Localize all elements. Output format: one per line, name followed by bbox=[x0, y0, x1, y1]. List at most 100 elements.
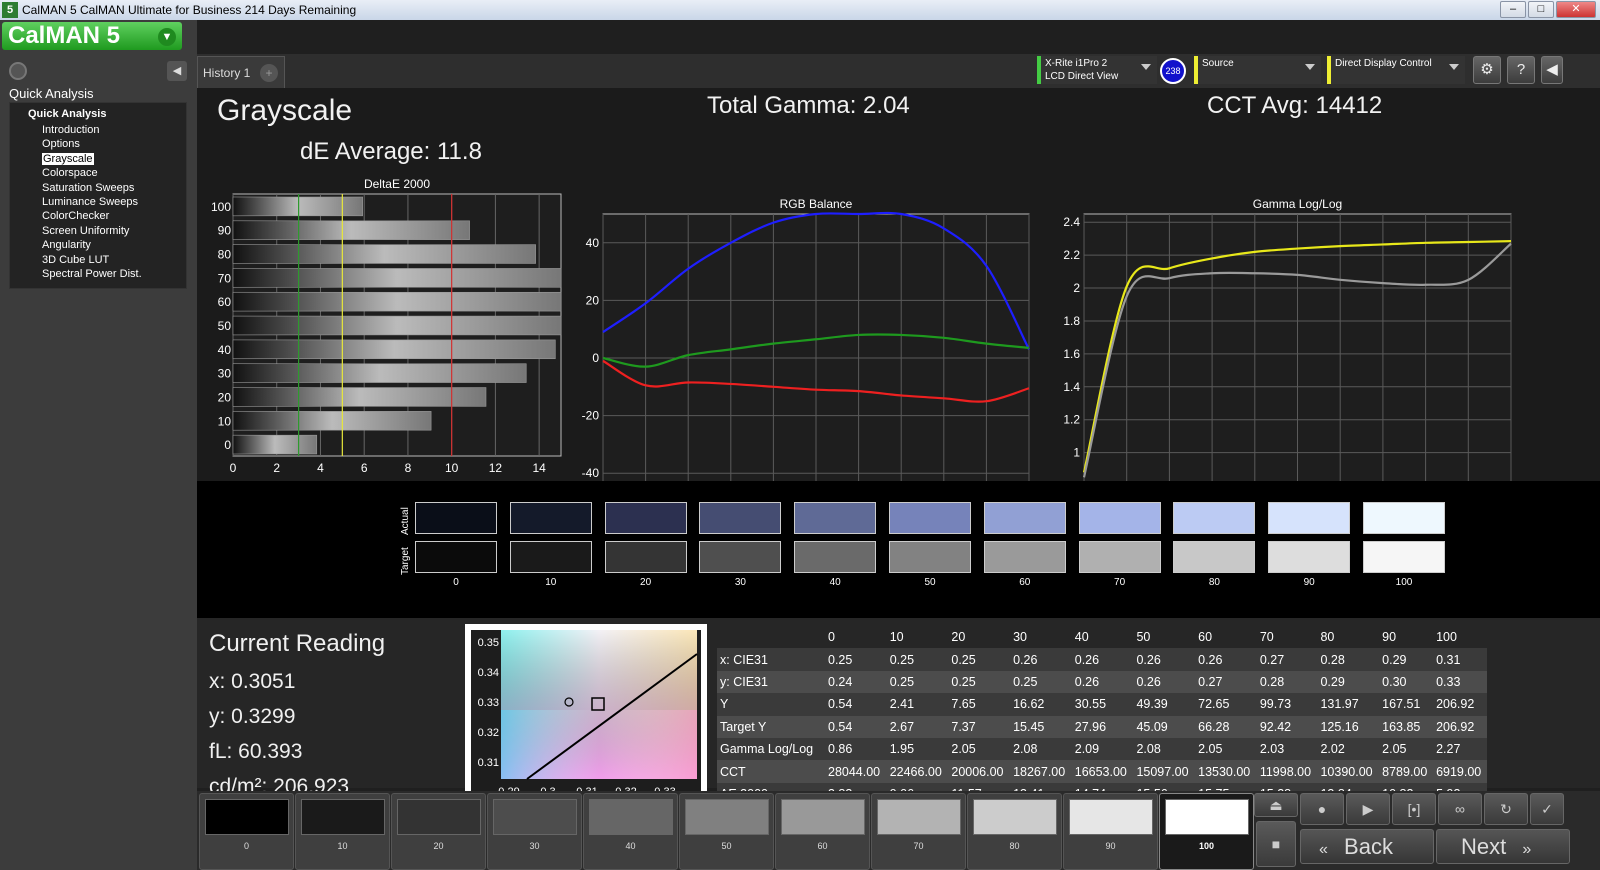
table-cell: 0.25 bbox=[1010, 670, 1072, 694]
cie-y-tick: 0.34 bbox=[478, 667, 499, 679]
sidebar-item[interactable]: Options bbox=[42, 137, 218, 151]
table-cell: 0.26 bbox=[1133, 648, 1196, 671]
source-selector[interactable]: Source bbox=[1194, 56, 1321, 84]
table-cell: 22466.00 bbox=[886, 760, 949, 783]
close-icon[interactable]: ✕ bbox=[1556, 1, 1596, 18]
table-row: y: CIE31 0.24 0.25 0.25 0.25 0.26 0.26 0.27 0.28… bbox=[717, 670, 1487, 694]
swatch-level-label: 40 bbox=[829, 577, 841, 588]
add-tab-icon[interactable]: + bbox=[260, 64, 278, 82]
meter-selector[interactable]: X-Rite i1Pro 2 LCD Direct View bbox=[1037, 56, 1157, 84]
check-icon[interactable]: ✓ bbox=[1530, 793, 1564, 825]
table-cell: 0.29 bbox=[1379, 648, 1434, 671]
refresh-icon[interactable]: ↻ bbox=[1484, 793, 1528, 825]
swatch-level-label: 60 bbox=[817, 841, 828, 851]
table-cell: 11998.00 bbox=[1256, 760, 1318, 783]
swatch-patch bbox=[1165, 799, 1249, 835]
stop-icon[interactable]: ● bbox=[1300, 793, 1344, 825]
table-cell: 28044.00 bbox=[825, 760, 887, 783]
sidebar-item[interactable]: Saturation Sweeps bbox=[42, 181, 218, 195]
tree-root[interactable]: Quick Analysis bbox=[28, 108, 204, 123]
sidebar-item[interactable]: 3D Cube LUT bbox=[42, 253, 218, 267]
level-swatch-button[interactable]: 30 bbox=[487, 793, 582, 870]
minimize-icon[interactable]: – bbox=[1500, 1, 1526, 18]
level-swatch-button[interactable]: 0 bbox=[199, 793, 294, 870]
swatch-patch bbox=[973, 799, 1057, 835]
swatch-level-label: 50 bbox=[924, 577, 936, 588]
collapse-sidebar-icon[interactable]: ◀ bbox=[167, 61, 187, 81]
eject-icon[interactable]: ⏏ bbox=[1254, 793, 1298, 817]
charts-panel: Grayscale dE Average: 11.8 Total Gamma: … bbox=[197, 88, 1600, 483]
display-selector[interactable]: Direct Display Control bbox=[1327, 56, 1465, 84]
stop-square-icon[interactable]: ■ bbox=[1256, 821, 1296, 867]
swatch-level-label: 20 bbox=[433, 841, 444, 851]
next-button[interactable]: Next » bbox=[1436, 829, 1570, 864]
swatch-patch bbox=[1069, 799, 1153, 835]
target-swatch bbox=[889, 541, 971, 573]
level-swatch-button[interactable]: 80 bbox=[967, 793, 1062, 870]
target-swatch bbox=[699, 541, 782, 573]
table-cell: 2.27 bbox=[1433, 737, 1487, 761]
back-button[interactable]: « Back bbox=[1300, 829, 1434, 864]
level-swatch-button[interactable]: 60 bbox=[775, 793, 870, 870]
current-reading-title: Current Reading bbox=[209, 630, 386, 657]
actual-swatch bbox=[983, 502, 1066, 534]
settings-gear-icon[interactable]: ⚙ bbox=[1473, 56, 1501, 84]
next-chevron-icon: » bbox=[1522, 841, 1532, 858]
column-header: 10 bbox=[886, 626, 949, 649]
loop-icon[interactable]: ∞ bbox=[1438, 793, 1482, 825]
row-label: y: CIE31 bbox=[717, 670, 825, 694]
de-x-tick: 4 bbox=[317, 461, 324, 475]
level-swatch-button[interactable]: 70 bbox=[871, 793, 966, 870]
swatch-level-label: 10 bbox=[545, 577, 557, 588]
table-row: Y 0.54 2.41 7.65 16.62 30.55 49.39 72.65 99.73 13… bbox=[717, 693, 1487, 716]
swatch-level-label: 80 bbox=[1208, 577, 1220, 588]
sidebar-item[interactable]: Spectral Power Dist. bbox=[42, 267, 218, 281]
de-x-tick: 12 bbox=[489, 461, 503, 475]
table-cell: 30.55 bbox=[1071, 693, 1134, 716]
table-cell: 10390.00 bbox=[1317, 760, 1380, 783]
level-swatch-button[interactable]: 100 bbox=[1159, 793, 1254, 870]
de-bar bbox=[232, 196, 363, 217]
de-bar bbox=[232, 268, 562, 288]
level-swatch-button[interactable]: 50 bbox=[679, 793, 774, 870]
level-swatch-button[interactable]: 10 bbox=[295, 793, 390, 870]
calman-logo[interactable]: CalMAN 5 ▼ bbox=[2, 22, 182, 50]
collapse-right-icon[interactable]: ◀ bbox=[1541, 56, 1563, 84]
column-header: 70 bbox=[1256, 626, 1318, 649]
sidebar-item[interactable]: ColorChecker bbox=[42, 209, 218, 223]
window-title: CalMAN 5 CalMAN Ultimate for Business 21… bbox=[22, 3, 357, 17]
play-icon[interactable]: ▶ bbox=[1346, 793, 1390, 825]
swatch-level-label: 0 bbox=[453, 577, 459, 588]
sidebar-item[interactable]: Colorspace bbox=[42, 166, 218, 180]
de-bar bbox=[232, 291, 562, 312]
de-x-tick: 14 bbox=[532, 461, 546, 475]
swatch-level-label: 60 bbox=[1019, 577, 1031, 588]
sidebar-item[interactable]: Luminance Sweeps bbox=[42, 195, 218, 209]
sidebar-item[interactable]: Screen Uniformity bbox=[42, 224, 218, 238]
table-row: Target Y 0.54 2.67 7.37 15.45 27.96 45.09 66.28… bbox=[717, 715, 1487, 738]
record-icon[interactable] bbox=[9, 62, 27, 80]
table-header-row: 0 10 20 30 40 50 60 70 80 90 100 bbox=[717, 626, 1487, 649]
level-swatch-button[interactable]: 40 bbox=[583, 793, 678, 870]
chevron-down-icon[interactable]: ▼ bbox=[158, 28, 176, 46]
de-bar bbox=[232, 363, 527, 383]
step-icon[interactable]: [•] bbox=[1392, 793, 1436, 825]
help-icon[interactable]: ? bbox=[1507, 56, 1535, 84]
table-cell: 0.25 bbox=[825, 648, 887, 671]
de-y-tick: 80 bbox=[218, 248, 232, 262]
sidebar-item[interactable]: Angularity bbox=[42, 238, 218, 252]
maximize-icon[interactable]: □ bbox=[1528, 1, 1554, 18]
tab-history-1[interactable]: History 1 + bbox=[197, 56, 285, 88]
sidebar-item[interactable]: Introduction bbox=[42, 123, 218, 137]
table-cell: 0.25 bbox=[948, 648, 1011, 671]
sidebar-item[interactable]: Grayscale bbox=[42, 152, 218, 166]
swatch-patch bbox=[301, 799, 385, 835]
de-x-tick: 10 bbox=[445, 461, 459, 475]
level-swatch-button[interactable]: 90 bbox=[1063, 793, 1158, 870]
row-label-target: Target bbox=[400, 547, 411, 575]
target-swatch bbox=[1268, 541, 1351, 573]
gamma-y-tick: 1.2 bbox=[1063, 413, 1080, 427]
table-cell: 27.96 bbox=[1071, 715, 1134, 738]
column-header: 40 bbox=[1071, 626, 1134, 649]
level-swatch-button[interactable]: 20 bbox=[391, 793, 486, 870]
